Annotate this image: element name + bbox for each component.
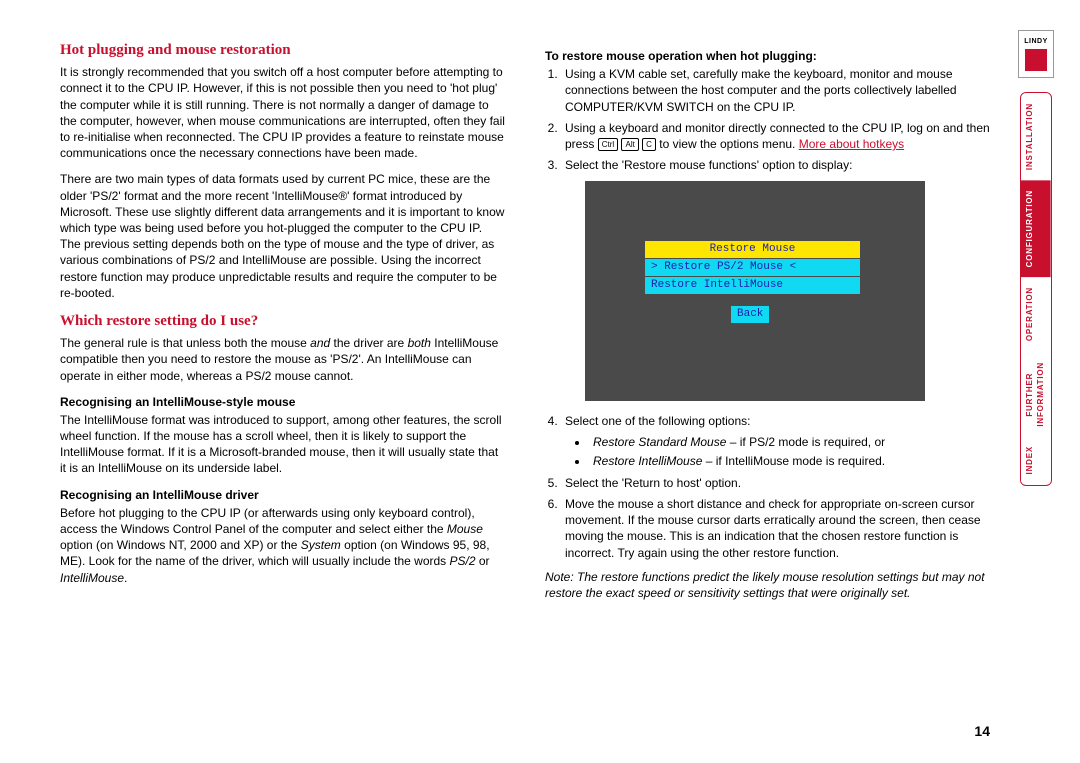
step-5: Select the 'Return to host' option. — [561, 475, 990, 491]
nav-configuration[interactable]: CONFIGURATION — [1021, 180, 1051, 277]
subheading: Recognising an IntelliMouse driver — [60, 487, 505, 503]
key-ctrl: Ctrl — [598, 138, 618, 151]
section-heading-1: Hot plugging and mouse restoration — [60, 40, 505, 60]
page-number: 14 — [974, 722, 990, 741]
paragraph: There are two main types of data formats… — [60, 171, 505, 301]
key-c: C — [642, 138, 656, 151]
nav-operation[interactable]: OPERATION — [1021, 277, 1051, 351]
nav-installation[interactable]: INSTALLATION — [1021, 93, 1051, 180]
section-heading-2: Which restore setting do I use? — [60, 311, 505, 331]
nav-further-information[interactable]: FURTHER INFORMATION — [1021, 352, 1051, 437]
procedure-heading: To restore mouse operation when hot plug… — [545, 48, 990, 64]
step-4: Select one of the following options: Res… — [561, 413, 990, 469]
paragraph: It is strongly recommended that you swit… — [60, 64, 505, 161]
step-3: Select the 'Restore mouse functions' opt… — [561, 157, 990, 173]
key-alt: Alt — [621, 138, 638, 151]
brand-logo: LINDY — [1018, 30, 1054, 78]
note: Note: The restore functions predict the … — [545, 569, 990, 601]
nav-index[interactable]: INDEX — [1021, 436, 1051, 484]
bullet-intellimouse: Restore IntelliMouse – if IntelliMouse m… — [589, 453, 990, 469]
subheading: Recognising an IntelliMouse-style mouse — [60, 394, 505, 410]
step-6: Move the mouse a short distance and chec… — [561, 496, 990, 561]
restore-menu-screenshot: Restore Mouse > Restore PS/2 Mouse < Res… — [585, 181, 925, 401]
logo-square-icon — [1025, 49, 1047, 71]
paragraph: The IntelliMouse format was introduced t… — [60, 412, 505, 477]
step-1: Using a KVM cable set, carefully make th… — [561, 66, 990, 115]
menu-item-ps2: > Restore PS/2 Mouse < — [645, 259, 860, 276]
bullet-standard: Restore Standard Mouse – if PS/2 mode is… — [589, 434, 990, 450]
link-more-hotkeys[interactable]: More about hotkeys — [799, 137, 904, 151]
menu-item-intellimouse: Restore IntelliMouse — [645, 277, 860, 294]
paragraph: The general rule is that unless both the… — [60, 335, 505, 384]
menu-back: Back — [731, 306, 769, 323]
paragraph: Before hot plugging to the CPU IP (or af… — [60, 505, 505, 586]
menu-title: Restore Mouse — [645, 241, 860, 258]
step-2: Using a keyboard and monitor directly co… — [561, 120, 990, 152]
